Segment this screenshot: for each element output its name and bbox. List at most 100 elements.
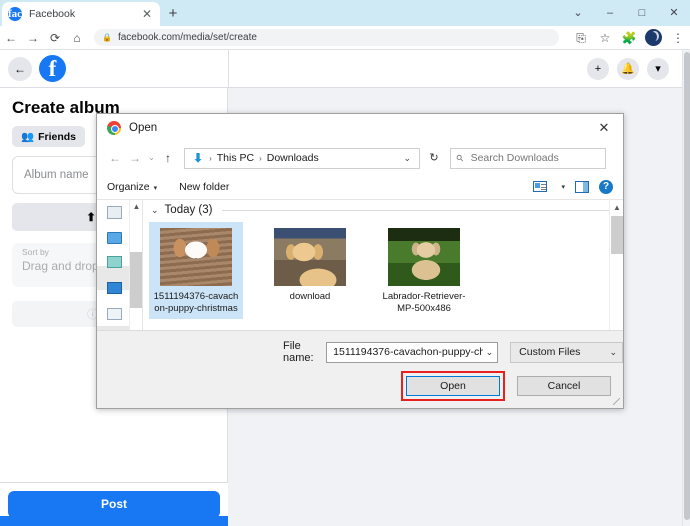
tab-search-chevron-icon[interactable]: ⌄ [562, 0, 594, 26]
organize-menu[interactable]: Organize ▾ [107, 181, 157, 193]
nav-back-icon[interactable]: ← [105, 147, 125, 169]
extensions-puzzle-icon[interactable]: 🧩 [617, 27, 641, 49]
new-folder-button[interactable]: New folder [179, 181, 229, 193]
view-caret-icon[interactable]: ▾ [561, 183, 565, 191]
local-disk-icon[interactable] [107, 282, 122, 294]
minimize-icon[interactable]: – [594, 0, 626, 26]
lock-icon: 🔒 [102, 33, 112, 42]
file-name-row: File name: 1511194376-cavachon-puppy-chr… [97, 340, 623, 364]
cancel-button[interactable]: Cancel [517, 376, 611, 396]
search-input[interactable]: ⚲ Search Downloads [450, 147, 606, 169]
account-chevron-down-icon[interactable]: ▾ [647, 57, 669, 80]
file-group-header[interactable]: ⌄ Today (3) [143, 200, 623, 218]
browser-tab-facebook[interactable]: facebook-icon Facebook ✕ [2, 2, 160, 34]
open-button-highlight: Open [401, 371, 505, 401]
facebook-favicon-icon: facebook-icon [8, 7, 54, 34]
file-name-value: 1511194376-cavachon-puppy-chri [333, 346, 483, 358]
new-tab-button[interactable]: + [164, 5, 182, 23]
breadcrumb-downloads[interactable]: Downloads [264, 152, 322, 164]
close-window-icon[interactable]: ✕ [658, 0, 690, 26]
organize-label: Organize [107, 180, 150, 193]
upload-icon: ⬆ [86, 212, 96, 224]
friends-icon: 👥 [21, 131, 35, 143]
nav-scrollbar-thumb[interactable] [130, 252, 142, 308]
help-icon[interactable]: ? [599, 179, 613, 194]
file-tile[interactable]: download [263, 222, 357, 319]
search-placeholder: Search Downloads [470, 152, 559, 164]
quick-access-icon[interactable] [107, 206, 122, 219]
file-name-label: download [289, 291, 331, 302]
nav-recent-chevron-icon[interactable]: ⌄ [145, 147, 158, 169]
file-name-input[interactable]: 1511194376-cavachon-puppy-chri ⌄ [326, 341, 499, 363]
audience-label: Friends [38, 130, 77, 143]
share-icon[interactable]: ⎘ [569, 27, 593, 49]
open-file-dialog: Open ✕ ← → ⌄ ↑ ⬇ › This PC › Downloads ⌄… [96, 113, 624, 409]
nav-up-icon[interactable]: ↑ [158, 147, 178, 169]
home-icon[interactable]: ⌂ [66, 27, 88, 49]
browser-menu-icon[interactable]: ⋮ [666, 27, 690, 49]
profile-avatar[interactable] [645, 29, 662, 46]
tab-title: Facebook [29, 8, 76, 20]
nav-scroll-up-icon[interactable]: ▲ [130, 200, 142, 214]
file-thumbnail [388, 228, 460, 286]
breadcrumb-this-pc[interactable]: This PC [214, 152, 257, 164]
view-layout-icon[interactable] [533, 181, 548, 192]
notifications-bell-icon[interactable]: 🔔 [617, 57, 639, 80]
group-label: Today (3) [164, 204, 213, 216]
resize-grip[interactable] [613, 398, 620, 405]
page-back-button[interactable]: ← [8, 56, 32, 81]
file-thumbnail [160, 228, 232, 286]
file-tile[interactable]: Labrador-Retriever-MP-500x486 [377, 222, 471, 319]
cancel-button-wrap: Cancel [517, 371, 611, 401]
page-scrollbar[interactable] [682, 50, 690, 526]
forward-icon[interactable]: → [22, 27, 44, 49]
breadcrumb-separator: › [209, 153, 212, 163]
header-action-icons: + 🔔 ▾ [579, 57, 669, 80]
documents-folder-icon[interactable] [107, 308, 122, 320]
browser-tab-strip: facebook-icon Facebook ✕ + ⌄ – □ ✕ [0, 0, 690, 34]
network-drive-icon[interactable] [107, 256, 122, 268]
browser-toolbar: ← → ⟳ ⌂ 🔒 facebook.com/media/set/create … [0, 26, 690, 50]
file-scroll-up-icon[interactable]: ▲ [610, 200, 623, 215]
file-type-chevron-down-icon[interactable]: ⌄ [606, 347, 617, 358]
breadcrumb[interactable]: ⬇ › This PC › Downloads ⌄ [184, 147, 420, 169]
audience-selector[interactable]: 👥 Friends [12, 126, 86, 147]
file-name-label: 1511194376-cavachon-puppy-christmas [153, 291, 239, 314]
page-scrollbar-thumb[interactable] [684, 52, 690, 520]
file-scrollbar-thumb[interactable] [611, 216, 623, 254]
breadcrumb-separator-2: › [259, 153, 262, 163]
create-plus-icon[interactable]: + [587, 57, 609, 80]
facebook-logo-icon[interactable]: f [39, 55, 66, 82]
open-button[interactable]: Open [406, 376, 500, 396]
dialog-toolbar: Organize ▾ New folder ▾ ? [97, 174, 623, 200]
reload-icon[interactable]: ⟳ [44, 27, 66, 49]
close-tab-icon[interactable]: ✕ [140, 8, 154, 20]
window-controls: ⌄ – □ ✕ [562, 0, 690, 26]
blue-accent-rail [0, 516, 228, 526]
file-tile-selected[interactable]: 1511194376-cavachon-puppy-christmas [149, 222, 243, 319]
breadcrumb-chevron-down-icon[interactable]: ⌄ [403, 153, 415, 164]
dialog-title: Open [129, 122, 158, 134]
post-button[interactable]: Post [8, 491, 220, 518]
preview-pane-icon[interactable] [575, 180, 589, 193]
dialog-close-icon[interactable]: ✕ [587, 114, 621, 142]
search-icon: ⚲ [454, 151, 466, 164]
screen: facebook-icon Facebook ✕ + ⌄ – □ ✕ ← → ⟳… [0, 0, 690, 526]
back-icon[interactable]: ← [0, 27, 22, 49]
group-collapse-chevron-icon[interactable]: ⌄ [151, 205, 159, 216]
maximize-icon[interactable]: □ [626, 0, 658, 26]
file-name-chevron-down-icon[interactable]: ⌄ [483, 347, 494, 358]
dialog-nav-bar: ← → ⌄ ↑ ⬇ › This PC › Downloads ⌄ ↻ ⚲ Se… [97, 142, 623, 174]
this-pc-icon[interactable] [107, 232, 122, 244]
nav-forward-icon[interactable]: → [125, 147, 145, 169]
refresh-icon[interactable]: ↻ [422, 148, 446, 169]
address-bar-url: facebook.com/media/set/create [117, 32, 257, 43]
chrome-logo-icon [107, 121, 121, 135]
file-tiles: 1511194376-cavachon-puppy-christmas down… [143, 218, 623, 319]
address-bar[interactable]: 🔒 facebook.com/media/set/create [94, 29, 559, 46]
bookmark-star-icon[interactable]: ☆ [593, 27, 617, 49]
facebook-header: ← f + 🔔 ▾ [0, 50, 683, 88]
file-type-select[interactable]: Custom Files ⌄ [510, 341, 623, 363]
dialog-footer: File name: 1511194376-cavachon-puppy-chr… [97, 330, 623, 408]
toolbar-right-icons: ⎘ ☆ 🧩 ⋮ [569, 27, 690, 49]
